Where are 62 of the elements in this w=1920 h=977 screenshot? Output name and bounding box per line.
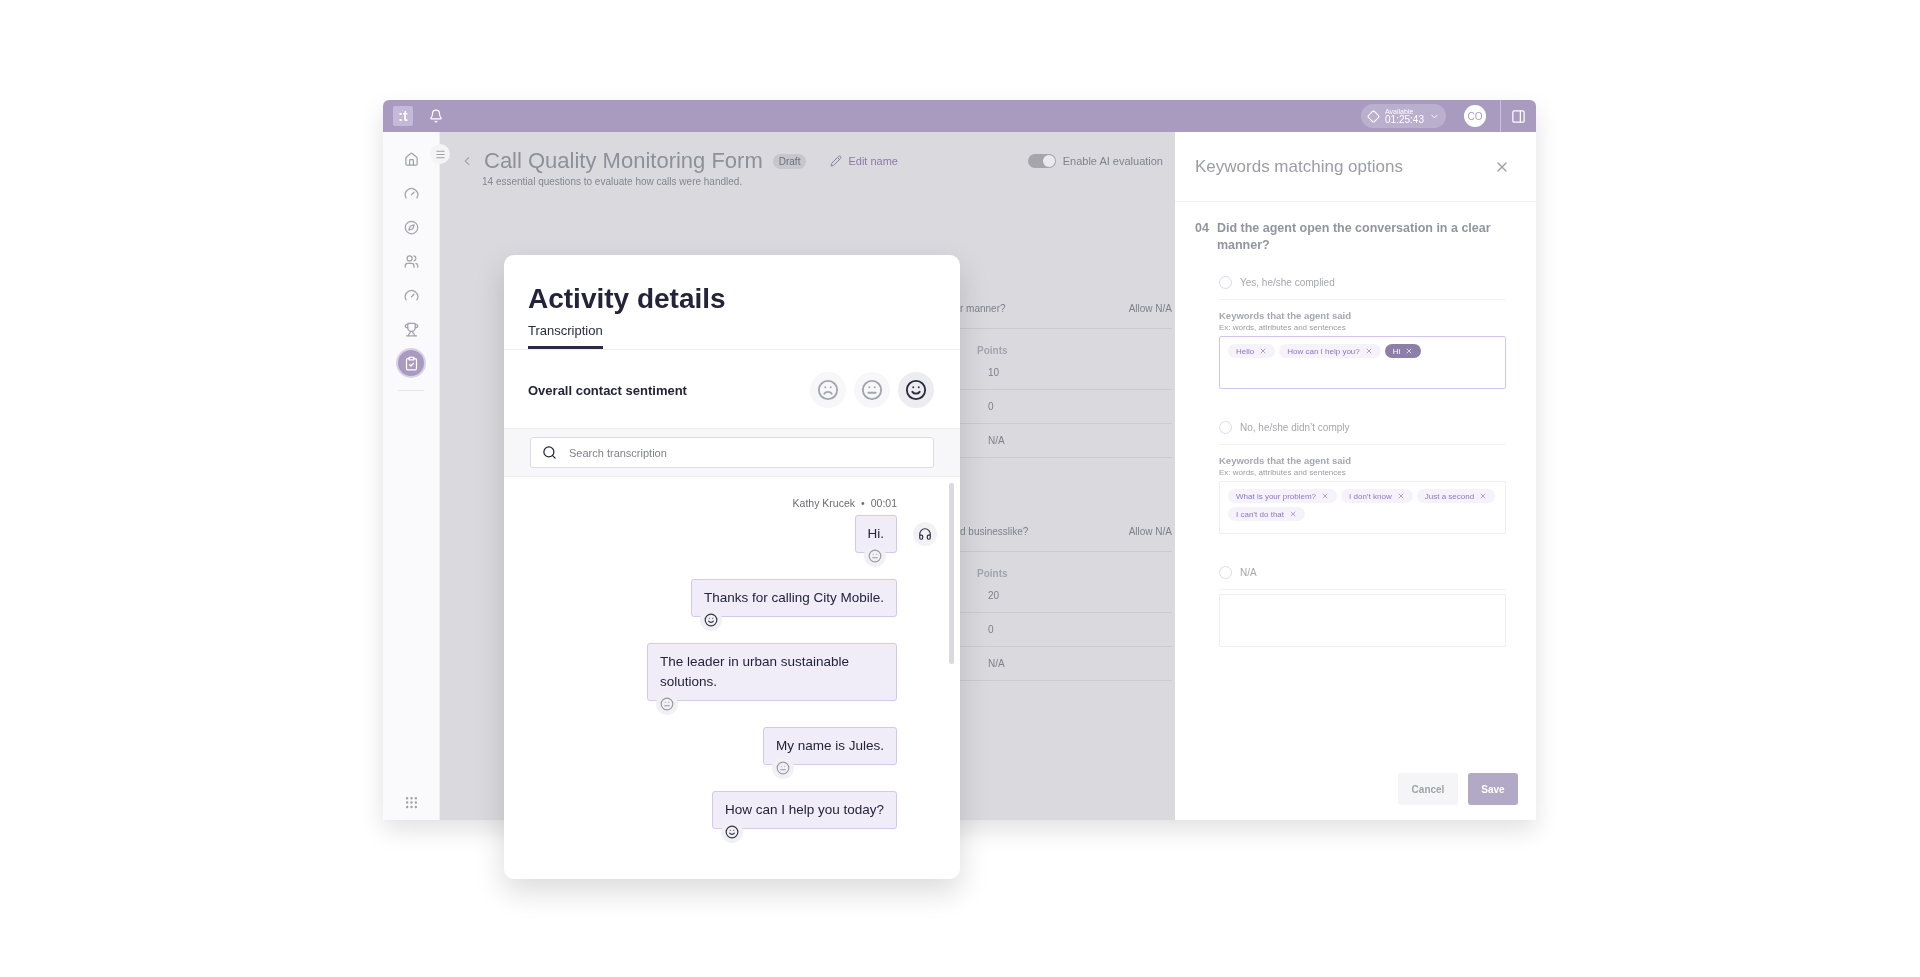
panel-title: Keywords matching options: [1195, 156, 1403, 177]
remove-icon[interactable]: [1321, 492, 1330, 500]
neutral-face-icon: [861, 379, 883, 401]
remove-icon[interactable]: [1364, 347, 1373, 355]
menu-icon[interactable]: [430, 144, 450, 164]
keyword-chip[interactable]: Hi: [1384, 344, 1422, 358]
allow-na-label: Allow N/A: [1128, 526, 1172, 537]
question-text: r manner?: [960, 303, 1006, 314]
cancel-button[interactable]: Cancel: [1398, 773, 1458, 805]
keywords-field[interactable]: Hello How can I help you? Hi: [1219, 336, 1506, 389]
option-label: No, he/she didn’t comply: [1240, 422, 1350, 433]
apps-grid-icon[interactable]: [403, 795, 419, 810]
diamond-icon: [1367, 109, 1381, 123]
search-field[interactable]: Search transcription: [530, 437, 934, 468]
option-label: Yes, he/she complied: [1240, 277, 1335, 288]
question-number: 04: [1195, 220, 1209, 237]
smile-face-button[interactable]: [898, 372, 934, 408]
pencil-icon: [830, 155, 843, 167]
clipboard-check-icon[interactable]: [398, 350, 424, 376]
edit-name-link[interactable]: Edit name: [830, 155, 898, 167]
user-avatar[interactable]: CO: [1464, 105, 1486, 127]
remove-icon[interactable]: [1479, 492, 1488, 500]
keyword-chip[interactable]: I can’t do that: [1228, 507, 1306, 521]
headphones-icon[interactable]: [913, 522, 937, 546]
message-time: 00:01: [870, 497, 897, 509]
keywords-label: Keywords that the agent said: [1219, 455, 1352, 466]
toggle-label: Enable AI evaluation: [1062, 155, 1163, 167]
remove-icon[interactable]: [1405, 347, 1414, 355]
question-text: d businesslike?: [960, 526, 1029, 537]
remove-icon[interactable]: [1396, 492, 1405, 500]
status-badge: Draft: [772, 153, 807, 169]
keywords-label: Keywords that the agent said: [1219, 310, 1352, 321]
panel-icon[interactable]: [1511, 108, 1526, 124]
search-icon: [542, 445, 557, 460]
sentiment-label: Overall contact sentiment: [528, 382, 688, 398]
speaker-name: Kathy Krucek: [792, 497, 856, 509]
remove-icon[interactable]: [1289, 510, 1298, 518]
keyword-chip[interactable]: What is your problem?: [1228, 489, 1338, 503]
save-button[interactable]: Save: [1468, 773, 1518, 805]
keyword-chip[interactable]: How can I help you?: [1279, 344, 1381, 358]
frown-face-icon: [817, 379, 839, 401]
form-subtitle: 14 essential questions to evaluate how calls were handled.: [482, 176, 744, 187]
keywords-field[interactable]: What is your problem? I don’t know Just a second I can’t do that: [1219, 481, 1506, 534]
keywords-hint: Ex: words, attributes and sentences: [1219, 323, 1347, 332]
option-label: N/A: [1240, 567, 1257, 578]
bell-icon[interactable]: [429, 109, 443, 123]
scrollbar[interactable]: [949, 483, 954, 664]
frown-face-button[interactable]: [810, 372, 846, 408]
keyword-chip[interactable]: Just a second: [1416, 489, 1496, 503]
neutral-face-button[interactable]: [854, 372, 890, 408]
form-title: Call Quality Monitoring Form: [484, 148, 763, 174]
separator-dot: •: [861, 497, 865, 509]
ai-toggle[interactable]: [1027, 154, 1056, 168]
keyword-chip[interactable]: Hello: [1228, 344, 1276, 358]
keywords-hint: Ex: words, attributes and sentences: [1219, 468, 1347, 477]
transcription-tab[interactable]: Transcription: [528, 323, 603, 349]
question-text: Did the agent open the conversation in a clear manner?: [1216, 220, 1492, 254]
remove-icon[interactable]: [1259, 347, 1268, 355]
card-title: Activity details: [527, 282, 727, 315]
keyword-chip[interactable]: I don’t know: [1341, 489, 1413, 503]
smile-face-icon: [905, 379, 927, 401]
allow-na-label: Allow N/A: [1128, 303, 1172, 314]
